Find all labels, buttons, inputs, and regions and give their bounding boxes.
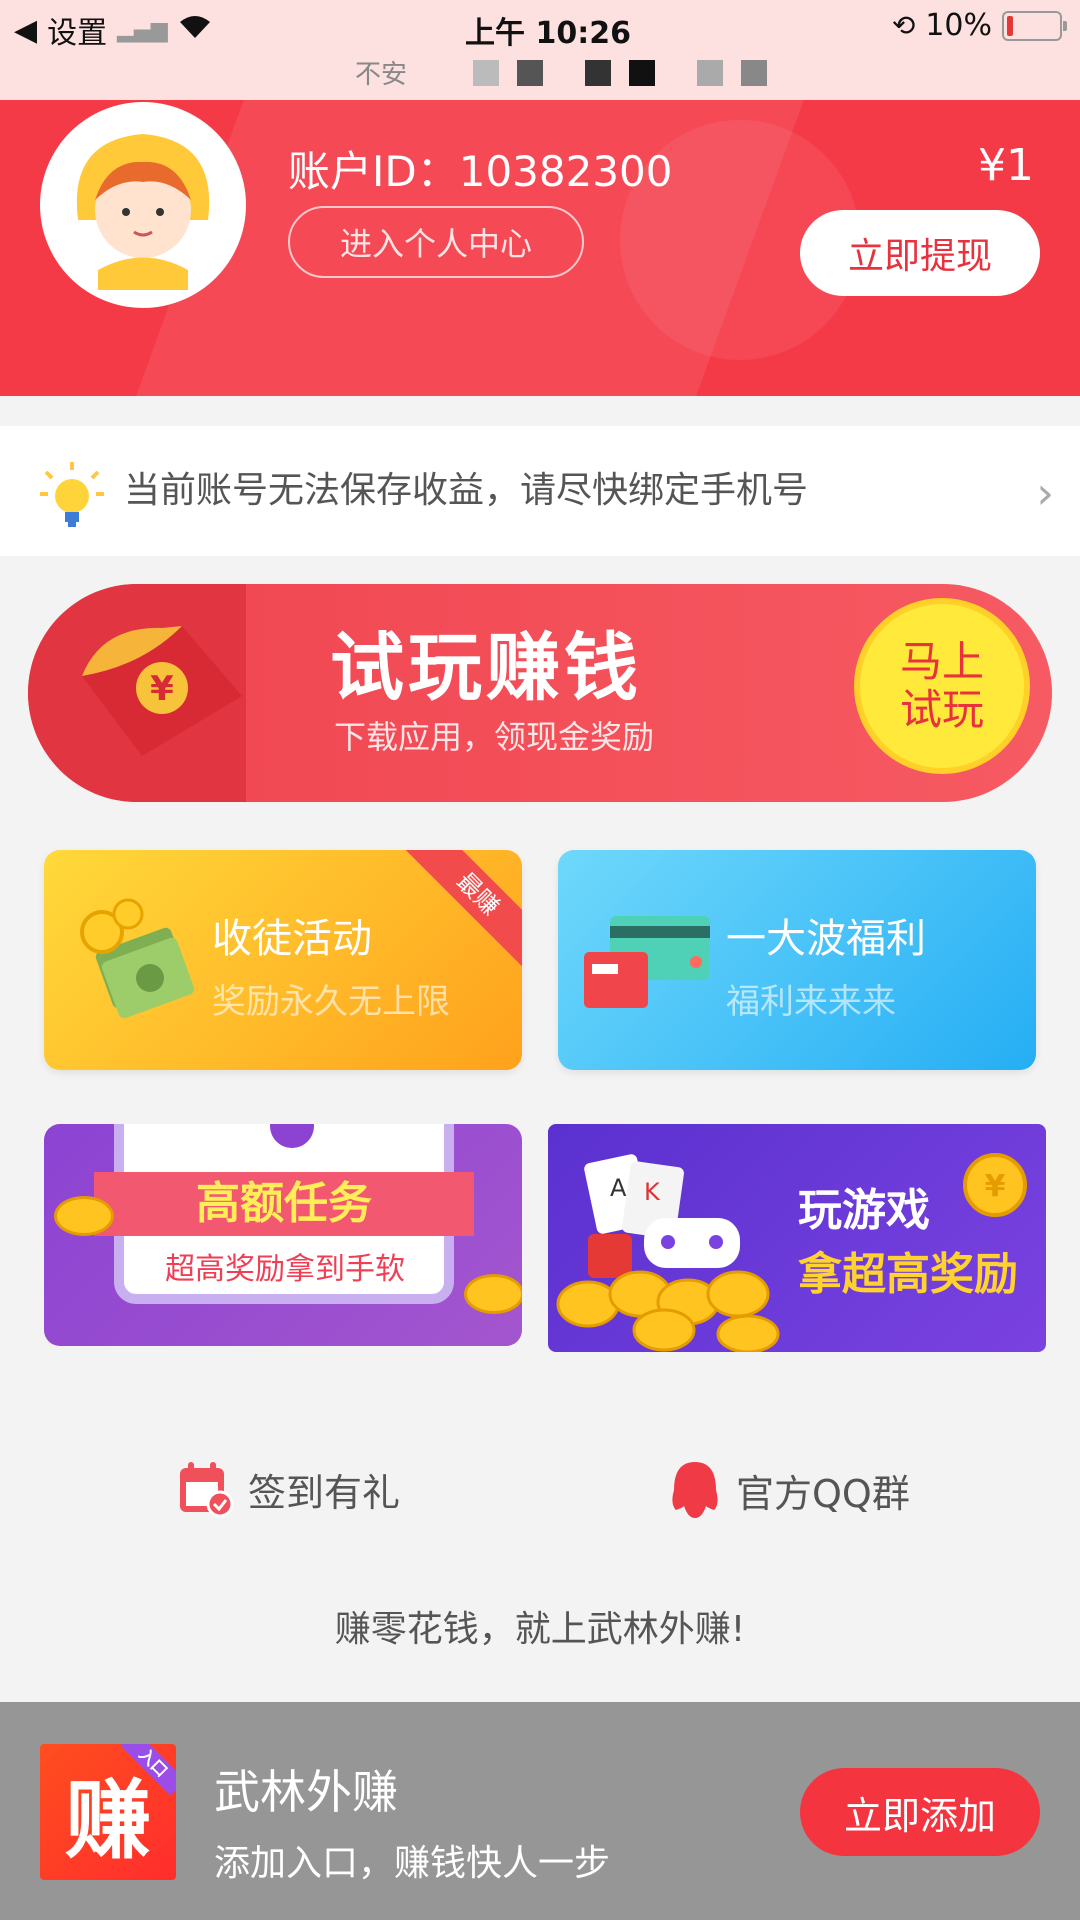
game-line1: 玩游戏 — [798, 1185, 930, 1236]
checkin-label: 签到有礼 — [248, 1470, 401, 1515]
avatar[interactable] — [40, 102, 246, 308]
url-bar[interactable]: 不安 — [355, 54, 768, 91]
svg-text:A: A — [610, 1174, 627, 1202]
game-line2: 拿超高奖励 — [798, 1249, 1018, 1300]
status-right: ⟲ 10% — [891, 8, 1067, 43]
back-arrow-icon: ◀ — [14, 12, 38, 48]
add-now-button[interactable]: 立即添加 — [800, 1768, 1040, 1856]
account-id: 账户ID：10382300 — [288, 147, 673, 196]
yuan-coin-icon: ¥ — [963, 1153, 1027, 1217]
try-now-button[interactable]: 马上 试玩 — [854, 598, 1030, 774]
high-reward-task-banner[interactable]: 高额任务 超高奖励拿到手软 — [44, 1124, 522, 1346]
redacted-block — [741, 59, 768, 86]
svg-text:¥: ¥ — [985, 1169, 1006, 1204]
redacted-block — [697, 59, 724, 86]
bind-phone-notice[interactable]: 当前账号无法保存收益，请尽快绑定手机号 › — [0, 426, 1080, 556]
account-header: 账户ID：10382300 进入个人中心 ¥1 立即提现 — [0, 100, 1080, 396]
apprentice-activity-card[interactable]: 收徒活动 奖励永久无上限 最赚 — [44, 850, 522, 1070]
battery-icon — [1002, 10, 1067, 41]
app-name: 武林外赚 — [214, 1765, 398, 1819]
girl-avatar-icon — [76, 134, 210, 290]
calendar-icon — [180, 1462, 234, 1518]
url-text: 不安 — [355, 60, 408, 90]
redacted-block — [585, 59, 612, 86]
apprentice-subtitle: 奖励永久无上限 — [212, 982, 450, 1022]
try-now-line2: 试玩 — [899, 685, 984, 734]
qq-group-label: 官方QQ群 — [736, 1471, 910, 1516]
personal-center-button[interactable]: 进入个人中心 — [288, 206, 584, 278]
money-icon — [80, 898, 195, 1019]
app-description: 添加入口，赚钱快人一步 — [214, 1843, 611, 1884]
redacted-block — [517, 59, 544, 86]
coin-icon — [54, 1196, 114, 1236]
wifi-icon — [178, 13, 212, 48]
withdraw-button[interactable]: 立即提现 — [800, 210, 1040, 296]
notice-text: 当前账号无法保存收益，请尽快绑定手机号 — [124, 470, 809, 511]
welfare-title: 一大波福利 — [726, 916, 926, 962]
battery-percent: 10% — [925, 8, 992, 43]
task-title: 高额任务 — [94, 1172, 474, 1236]
redacted-block — [629, 59, 656, 86]
balance-amount: ¥1 — [978, 140, 1034, 191]
coin-icon — [464, 1274, 522, 1314]
try-play-title: 试玩赚钱 — [330, 625, 642, 711]
status-back[interactable]: ◀ 设置 ▂▄▆ — [14, 8, 212, 52]
back-label: 设置 — [47, 16, 108, 51]
welfare-subtitle: 福利来来来 — [726, 982, 896, 1022]
try-now-line1: 马上 — [899, 637, 984, 686]
hot-badge: 最赚 — [400, 850, 522, 972]
svg-text:¥: ¥ — [150, 669, 174, 709]
try-play-subtitle: 下载应用，领现金奖励 — [334, 718, 655, 756]
game-coins-icon: A K — [556, 1154, 780, 1352]
add-shortcut-bar: 赚 入口 武林外赚 添加入口，赚钱快人一步 立即添加 — [0, 1702, 1080, 1920]
svg-text:K: K — [644, 1178, 661, 1206]
checkin-link[interactable]: 签到有礼 — [176, 1460, 400, 1518]
welfare-card[interactable]: 一大波福利 福利来来来 — [558, 850, 1036, 1070]
play-game-banner[interactable]: A K 玩游戏 拿超高奖励 ¥ — [548, 1124, 1046, 1352]
task-subtitle: 超高奖励拿到手软 — [165, 1252, 405, 1287]
qq-group-link[interactable]: 官方QQ群 — [668, 1460, 910, 1520]
app-icon-text: 赚 — [65, 1770, 151, 1871]
bank-card-icon — [584, 916, 710, 1008]
red-envelope-icon: ¥ — [82, 626, 242, 756]
qq-penguin-icon — [672, 1462, 718, 1518]
apprentice-title: 收徒活动 — [212, 916, 372, 962]
signal-icon: ▂▄▆ — [117, 17, 168, 43]
chevron-right-icon: › — [1036, 468, 1054, 519]
rotation-lock-icon: ⟲ — [891, 9, 916, 42]
redacted-block — [473, 59, 500, 86]
lightbulb-icon — [40, 462, 104, 527]
status-bar: ◀ 设置 ▂▄▆ 上午 10:26 ⟲ 10% 不安 — [0, 0, 1080, 100]
app-icon: 赚 入口 — [40, 1744, 176, 1880]
slogan: 赚零花钱，就上武林外赚! — [334, 1609, 746, 1650]
try-play-banner[interactable]: ¥ 试玩赚钱 下载应用，领现金奖励 马上 试玩 — [28, 584, 1052, 802]
status-time: 上午 10:26 — [465, 16, 631, 51]
